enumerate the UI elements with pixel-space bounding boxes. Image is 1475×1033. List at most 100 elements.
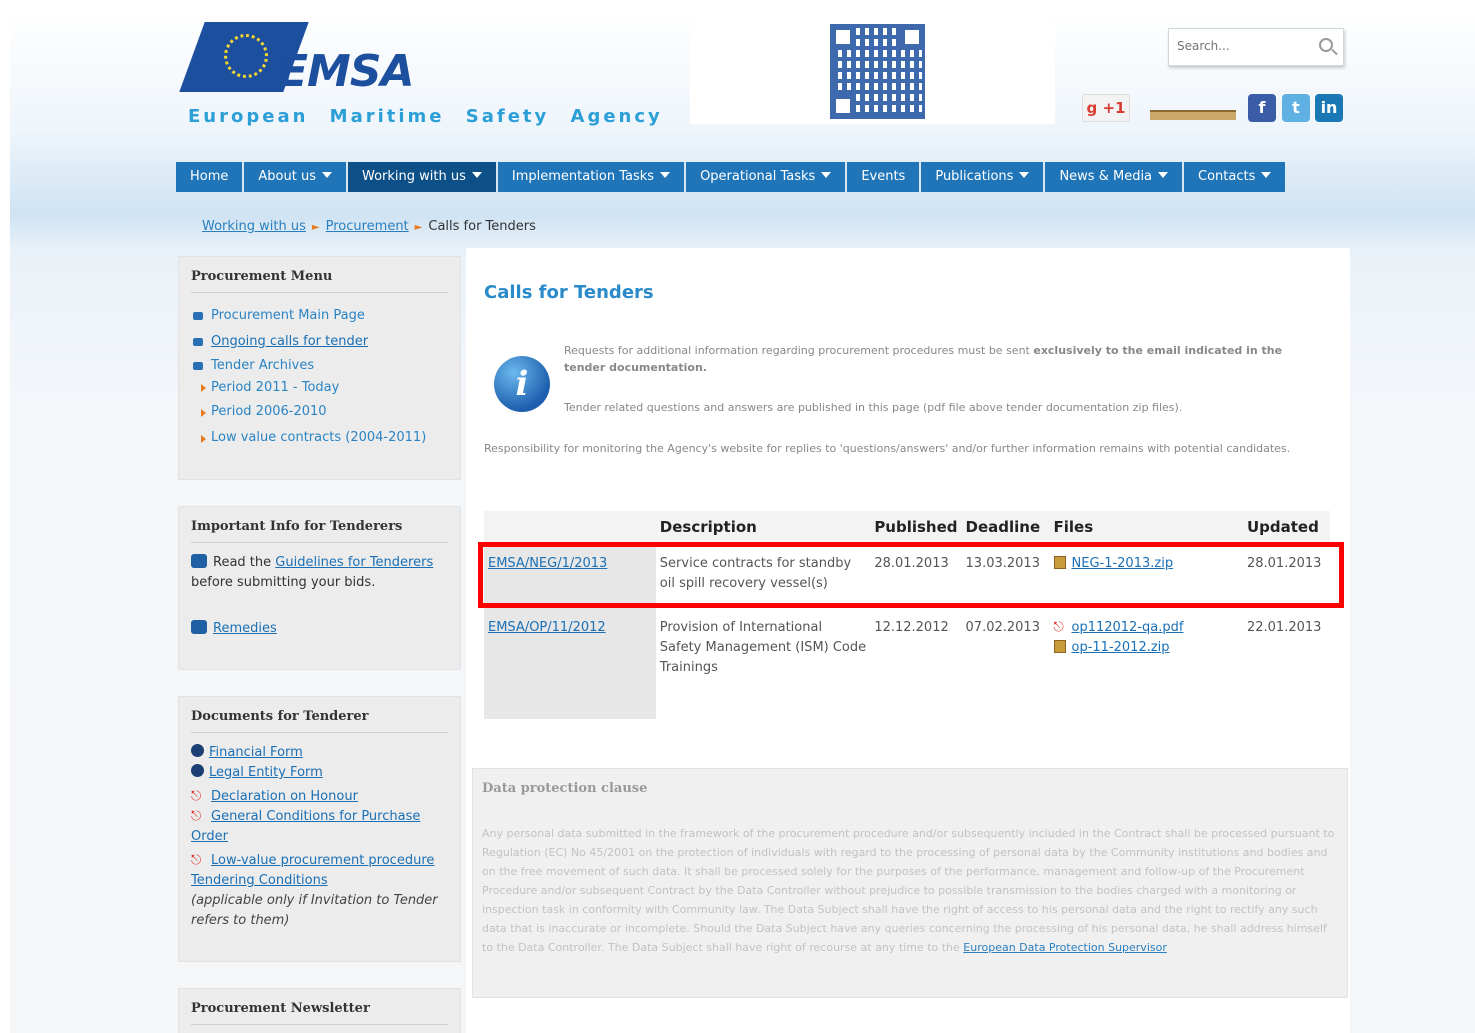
nav-news-media[interactable]: News & Media: [1045, 162, 1185, 192]
col-header-deadline: Deadline: [965, 517, 1041, 536]
menu-item-label[interactable]: Ongoing calls for tender: [211, 334, 368, 349]
caret-down-icon: [660, 172, 671, 178]
col-header-files: Files: [1053, 517, 1094, 536]
data-protection-body: Any personal data submitted in the frame…: [482, 827, 1335, 954]
bullet-icon: [193, 362, 203, 370]
nav-label: Working with us: [361, 169, 466, 184]
triangle-right-icon: [201, 384, 206, 392]
breadcrumb-working-with-us[interactable]: Working with us: [202, 219, 306, 234]
doc-legal-entity-form: Legal Entity Form: [191, 763, 448, 783]
menu-item-ongoing-calls[interactable]: Ongoing calls for tender: [191, 329, 448, 355]
menu-item-label: Tender Archives: [211, 358, 315, 373]
documents-title: Documents for Tenderer: [191, 709, 448, 733]
tender-description: Service contracts for standby oil spill …: [655, 543, 871, 607]
emsa-logo[interactable]: EMSA European Maritime Safety Agency: [179, 20, 660, 135]
nav-label: Home: [190, 169, 229, 184]
important-info-title: Important Info for Tenderers: [191, 519, 448, 543]
google-plus-button[interactable]: g +1: [1082, 94, 1130, 122]
doc-link[interactable]: Low-value procurement procedure Tenderin…: [191, 853, 434, 888]
nav-label: Publications: [935, 169, 1014, 184]
procurement-menu-box: Procurement Menu Procurement Main Page O…: [178, 256, 461, 480]
tender-deadline: 07.02.2013: [961, 607, 1050, 719]
tender-published: 12.12.2012: [870, 607, 962, 719]
breadcrumb-separator-icon: ►: [414, 222, 423, 233]
nav-home[interactable]: Home: [176, 162, 245, 192]
facebook-icon[interactable]: f: [1248, 94, 1276, 122]
tender-ref-link[interactable]: EMSA/OP/11/2012: [488, 620, 606, 635]
tender-ref-link[interactable]: EMSA/NEG/1/2013: [488, 556, 607, 571]
doc-link[interactable]: Legal Entity Form: [209, 765, 323, 780]
nav-label: Events: [861, 169, 906, 184]
breadcrumb-procurement[interactable]: Procurement: [326, 219, 409, 234]
nav-operational-tasks[interactable]: Operational Tasks: [686, 162, 848, 192]
caret-down-icon: [321, 172, 332, 178]
col-header-ref: [484, 511, 656, 543]
documents-box: Documents for Tenderer Financial Form Le…: [178, 696, 461, 962]
breadcrumb-separator-icon: ►: [311, 222, 320, 233]
newsletter-box: Procurement Newsletter: [178, 988, 461, 1033]
nav-events[interactable]: Events: [847, 162, 922, 192]
important-info-box: Important Info for Tenderers Read the Gu…: [178, 506, 461, 670]
book-icon: [191, 554, 207, 568]
file-link[interactable]: op-11-2012.zip: [1072, 640, 1170, 655]
zip-icon: [1053, 639, 1066, 653]
document-icon: [191, 744, 204, 757]
breadcrumb: Working with us ► Procurement ► Calls for Te…: [202, 219, 536, 234]
newsletter-title: Procurement Newsletter: [191, 1001, 448, 1025]
edps-link[interactable]: European Data Protection Supervisor: [963, 941, 1167, 954]
data-protection-text: Any personal data submitted in the frame…: [482, 824, 1340, 957]
nav-about-us[interactable]: About us: [244, 162, 348, 192]
procurement-menu-title: Procurement Menu: [191, 269, 448, 293]
search-input[interactable]: [1177, 29, 1317, 63]
menu-sub-period-2006[interactable]: Period 2006-2010: [191, 399, 448, 425]
page-title: Calls for Tenders: [484, 282, 654, 303]
guidelines-link[interactable]: Guidelines for Tenderers: [275, 555, 433, 570]
share-bar[interactable]: [1150, 110, 1236, 120]
file-link[interactable]: NEG-1-2013.zip: [1072, 556, 1174, 571]
file-link[interactable]: op112012-qa.pdf: [1072, 620, 1184, 635]
tender-updated: 22.01.2013: [1242, 607, 1330, 719]
triangle-right-icon: [201, 435, 206, 443]
guidelines-text: Read the Guidelines for Tenderers before…: [191, 553, 448, 593]
main-nav: Home About us Working with us Implementa…: [176, 162, 1286, 192]
table-row: EMSA/NEG/1/2013 Service contracts for st…: [484, 543, 1330, 607]
twitter-icon[interactable]: t: [1282, 94, 1310, 122]
menu-sub-period-2011[interactable]: Period 2011 - Today: [191, 377, 448, 399]
triangle-right-icon: [201, 409, 206, 417]
nav-publications[interactable]: Publications: [921, 162, 1046, 192]
search-icon[interactable]: [1319, 38, 1333, 52]
tender-deadline: 13.03.2013: [961, 543, 1050, 607]
tender-updated: 28.01.2013: [1242, 543, 1330, 607]
menu-item-procurement-main[interactable]: Procurement Main Page: [191, 303, 448, 329]
doc-link[interactable]: Declaration on Honour: [211, 789, 358, 804]
data-protection-title: Data protection clause: [482, 781, 648, 796]
bullet-icon: [193, 312, 203, 320]
nav-label: Implementation Tasks: [511, 169, 655, 184]
info-icon: i: [494, 356, 550, 412]
menu-sub-label: Period 2011 - Today: [211, 380, 340, 395]
remedies-line: Remedies: [191, 619, 448, 639]
qr-code-panel: [690, 18, 1055, 124]
qr-code-icon: [830, 24, 925, 119]
menu-sub-low-value[interactable]: Low value contracts (2004-2011): [191, 425, 448, 451]
eu-stars-icon: [224, 34, 268, 78]
nav-label: Operational Tasks: [700, 169, 816, 184]
menu-item-tender-archives[interactable]: Tender Archives: [191, 355, 448, 377]
read-prefix: Read the: [213, 555, 272, 570]
remedies-link[interactable]: Remedies: [213, 621, 277, 636]
doc-financial-form: Financial Form: [191, 743, 448, 763]
nav-label: Contacts: [1198, 169, 1256, 184]
table-row: EMSA/OP/11/2012 Provision of Internation…: [484, 607, 1330, 719]
menu-item-label: Procurement Main Page: [211, 308, 365, 323]
bullet-icon: [193, 338, 203, 346]
doc-link[interactable]: General Conditions for Purchase Order: [191, 809, 420, 844]
data-protection-box: Data protection clause Any personal data…: [472, 768, 1348, 998]
nav-contacts[interactable]: Contacts: [1184, 162, 1285, 192]
doc-link[interactable]: Financial Form: [209, 745, 303, 760]
linkedin-icon[interactable]: in: [1315, 94, 1343, 122]
nav-implementation-tasks[interactable]: Implementation Tasks: [498, 162, 687, 192]
book-icon: [191, 620, 207, 634]
caret-down-icon: [821, 172, 832, 178]
caret-down-icon: [1261, 172, 1272, 178]
nav-working-with-us[interactable]: Working with us: [347, 162, 498, 192]
